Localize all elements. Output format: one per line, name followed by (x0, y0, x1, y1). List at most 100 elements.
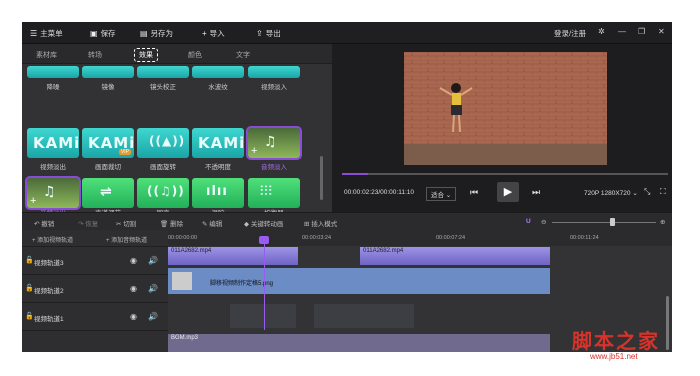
shrink-icon[interactable]: ⤡ (644, 187, 650, 197)
keyframe-button[interactable]: ◆ 关键转动画 (244, 218, 283, 228)
playhead-handle[interactable] (259, 236, 269, 244)
watermark-title: 脚本之家 (572, 329, 660, 353)
panel-scrollbar[interactable] (320, 156, 323, 200)
video-clip[interactable]: 011A2682.mp4 (360, 247, 550, 265)
effect-tile-audio-fade-in[interactable]: ♫ + (246, 126, 302, 160)
minimize-icon[interactable]: — (618, 27, 626, 36)
eye-icon[interactable]: ◉ (130, 312, 137, 321)
speaker-icon[interactable]: 🔊 (148, 284, 158, 293)
edit-button[interactable]: ✎ 编辑 (202, 218, 222, 228)
playback-progress-bar[interactable] (342, 173, 668, 175)
lock-icon[interactable]: 🔓 (25, 284, 34, 292)
plus-icon: + (30, 195, 37, 207)
resolution-select[interactable]: 720P 1280X720 ⌄ (584, 189, 638, 197)
fullscreen-icon[interactable]: ⛶ (660, 187, 666, 197)
next-frame-icon[interactable]: ⏭ (532, 187, 540, 198)
delete-button[interactable]: 🗑 删除 (160, 218, 183, 228)
video-frame-image (404, 52, 607, 165)
effect-tile[interactable]: KAMi (27, 128, 79, 158)
music-note-icon: ♫ (43, 184, 57, 200)
video-editor-window: ☰ 主菜单 ▣ 保存 ▤ 另存为 + 导入 ⇪ 导出 登录/注册 ✲ — ❐ ✕ 素材库 … (22, 22, 672, 352)
menu-bar: ☰ 主菜单 ▣ 保存 ▤ 另存为 + 导入 ⇪ 导出 登录/注册 ✲ — ❐ ✕ (22, 22, 672, 44)
track-header: 🔓 视频轨道1 ◉ 🔊 (22, 302, 168, 330)
audio-clip[interactable] (230, 304, 296, 328)
speaker-icon[interactable]: 🔊 (148, 312, 158, 321)
settings-icon[interactable]: ✲ (598, 27, 605, 36)
cut-button[interactable]: ✂ 切割 (116, 218, 136, 228)
play-icon: ▶ (503, 186, 513, 198)
resource-tabs: 素材库 转场 效果 颜色 文字 (22, 44, 332, 64)
lock-icon[interactable]: 🔓 (25, 256, 34, 264)
plus-icon: + (251, 145, 258, 157)
video-clip[interactable]: 011A2682.mp4 (168, 247, 298, 265)
image-clip[interactable]: 脚移视频制作定格5.png (168, 268, 550, 294)
import-button[interactable]: + 导入 (202, 28, 225, 39)
magnet-icon[interactable]: U (526, 218, 531, 225)
playhead[interactable] (264, 236, 265, 330)
export-button[interactable]: ⇪ 导出 (256, 28, 281, 39)
timeline-ruler[interactable]: 00:00:00:00 00:00:03:24 00:00:07:24 00:0… (168, 230, 672, 246)
insert-mode-button[interactable]: ⊞ 插入模式 (304, 218, 337, 228)
ruler-tick-label: 00:00:00:00 (168, 235, 198, 241)
watermark-url: www.jb51.net (590, 352, 638, 361)
login-button[interactable]: 登录/注册 (554, 28, 586, 39)
effect-tile[interactable]: KAMi VIP (82, 128, 134, 158)
effect-tile[interactable] (82, 66, 134, 78)
track-header: 🔓 视频轨道3 ◉ 🔊 (22, 246, 168, 274)
zoom-in-icon[interactable]: ⊕ (660, 218, 665, 226)
effect-tile-audio-fade-out[interactable]: ♫ + (25, 176, 81, 210)
audio-clip-bgm[interactable]: BGM.mp3 (168, 334, 550, 352)
resource-panel: 素材库 转场 效果 颜色 文字 降噪 镜像 镜头校正 水波纹 视频淡入 KAMi… (22, 44, 332, 217)
ruler-tick-label: 00:00:07:24 (436, 235, 466, 241)
redo-button[interactable]: ↷ 恢复 (78, 218, 98, 228)
play-button[interactable]: ▶ (497, 182, 519, 202)
save-as-button[interactable]: ▤ 另存为 (140, 28, 173, 39)
undo-button[interactable]: ↶ 撤销 (34, 218, 54, 228)
effect-tile[interactable]: ⇌ (82, 178, 134, 208)
audio-clip[interactable] (314, 304, 414, 328)
close-icon[interactable]: ✕ (658, 27, 665, 36)
eye-icon[interactable]: ◉ (130, 256, 137, 265)
speaker-icon[interactable]: 🔊 (148, 256, 158, 265)
main-menu-button[interactable]: ☰ 主菜单 (30, 28, 63, 39)
effect-tile[interactable]: ⫶⫶⫶ (248, 178, 300, 208)
effect-tile[interactable] (248, 66, 300, 78)
effect-tile[interactable] (192, 66, 244, 78)
fit-select[interactable]: 适合 ⌄ (426, 187, 457, 201)
track-header: 🔓 视频轨道2 ◉ 🔊 (22, 274, 168, 302)
zoom-slider-handle[interactable] (610, 218, 615, 226)
wave-icon: ((▲)) (149, 134, 186, 148)
effect-tile[interactable]: ((♫)) (137, 178, 189, 208)
tab-text[interactable]: 文字 (236, 50, 250, 60)
time-readout: 00:00:02:23/00:00:11:10 (344, 189, 414, 196)
effect-label: 降噪 (46, 84, 60, 91)
restore-icon[interactable]: ❐ (638, 27, 645, 36)
track-header-panel: + 添加视频轨道 + 添加音频轨道 🔓 视频轨道3 ◉ 🔊 🔓 视频轨道2 ◉ … (22, 230, 168, 352)
timeline-scrollbar[interactable] (666, 296, 669, 350)
effect-tile[interactable]: ılıı (192, 178, 244, 208)
tab-effects[interactable]: 效果 (134, 48, 158, 62)
ruler-tick-label: 00:00:11:24 (570, 235, 599, 241)
zoom-slider[interactable] (552, 222, 656, 223)
effect-label: 画面旋转 (150, 164, 176, 171)
effect-label: 镜头校正 (150, 84, 176, 91)
tab-color[interactable]: 颜色 (188, 50, 202, 60)
save-button[interactable]: ▣ 保存 (90, 28, 116, 39)
add-video-track-button[interactable]: + 添加视频轨道 (32, 235, 73, 244)
lock-icon[interactable]: 🔓 (25, 312, 34, 320)
tab-library[interactable]: 素材库 (36, 50, 57, 60)
zoom-out-icon[interactable]: ⊖ (541, 218, 546, 226)
effect-label: 画面裁切 (95, 164, 121, 171)
vip-badge: VIP (118, 149, 131, 155)
eye-icon[interactable]: ◉ (130, 284, 137, 293)
plus-icon: + (202, 29, 207, 38)
add-audio-track-button[interactable]: + 添加音频轨道 (106, 235, 147, 244)
save-as-icon: ▤ (140, 29, 148, 38)
effect-tile[interactable] (27, 66, 79, 78)
effect-tile[interactable]: KAMi (192, 128, 244, 158)
effect-tile[interactable]: ((▲)) (137, 128, 189, 158)
previous-frame-icon[interactable]: ⏮ (470, 187, 478, 198)
effect-tile[interactable] (137, 66, 189, 78)
tab-transition[interactable]: 转场 (88, 50, 102, 60)
player-controls: 00:00:02:23/00:00:11:10 适合 ⌄ ⏮ ▶ ⏭ 720P … (332, 182, 672, 204)
